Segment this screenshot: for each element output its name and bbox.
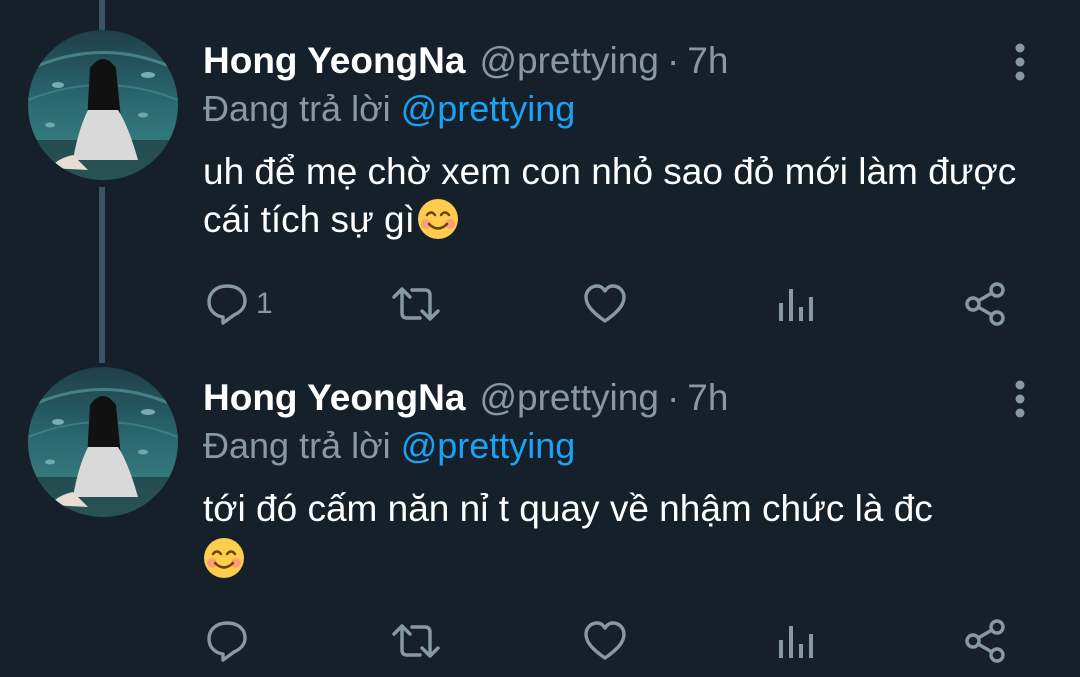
smiling-face-emoji-icon bbox=[417, 198, 459, 240]
tweet-body: uh để mẹ chờ xem con nhỏ sao đỏ mới làm … bbox=[203, 151, 1017, 240]
author-handle[interactable]: @prettying bbox=[479, 40, 658, 81]
tweet-actions bbox=[0, 613, 1080, 669]
reply-thread: Hong YeongNa @prettying · 7h Đang trả lời @p… bbox=[0, 0, 1080, 677]
analytics-button[interactable] bbox=[776, 613, 816, 669]
tweet-text: uh để mẹ chờ xem con nhỏ sao đỏ mới làm … bbox=[203, 148, 1033, 244]
more-vertical-icon[interactable] bbox=[1008, 379, 1032, 419]
timestamp[interactable]: 7h bbox=[687, 40, 728, 81]
retweet-button[interactable] bbox=[390, 276, 442, 332]
avatar[interactable] bbox=[28, 30, 178, 180]
heart-icon bbox=[582, 281, 628, 327]
reply-icon bbox=[204, 618, 250, 664]
retweet-button[interactable] bbox=[390, 613, 442, 669]
replying-to-label: Đang trả lời bbox=[203, 88, 391, 129]
retweet-icon bbox=[390, 618, 442, 664]
mention-link[interactable]: @prettying bbox=[401, 88, 576, 129]
replying-to-label: Đang trả lời bbox=[203, 425, 391, 466]
author-handle[interactable]: @prettying bbox=[479, 377, 658, 418]
separator: · bbox=[666, 377, 680, 418]
separator: · bbox=[666, 40, 680, 81]
more-vertical-icon[interactable] bbox=[1008, 42, 1032, 82]
tweet-header: Hong YeongNa @prettying · 7h bbox=[203, 375, 728, 421]
mention-link[interactable]: @prettying bbox=[401, 425, 576, 466]
reply-count: 1 bbox=[256, 287, 273, 320]
tweet-body: tới đó cấm năn nỉ t quay về nhậm chức là… bbox=[203, 488, 933, 529]
tweet-actions: 1 bbox=[0, 276, 1080, 332]
reply-icon bbox=[204, 281, 250, 327]
retweet-icon bbox=[390, 281, 442, 327]
timestamp[interactable]: 7h bbox=[687, 377, 728, 418]
author-name[interactable]: Hong YeongNa bbox=[203, 40, 465, 81]
analytics-icon bbox=[776, 281, 816, 327]
tweet-header: Hong YeongNa @prettying · 7h bbox=[203, 38, 728, 84]
share-button[interactable] bbox=[964, 276, 1008, 332]
replying-to: Đang trả lời @prettying bbox=[203, 423, 575, 469]
share-button[interactable] bbox=[964, 613, 1008, 669]
heart-icon bbox=[582, 618, 628, 664]
analytics-button[interactable] bbox=[776, 276, 816, 332]
smiling-face-emoji-icon bbox=[203, 537, 245, 579]
thread-connector-top bbox=[99, 0, 105, 30]
reply-button[interactable]: 1 bbox=[204, 276, 273, 332]
replying-to: Đang trả lời @prettying bbox=[203, 86, 575, 132]
tweet[interactable]: Hong YeongNa @prettying · 7h Đang trả lời @p… bbox=[0, 30, 1080, 330]
reply-button[interactable] bbox=[204, 613, 256, 669]
tweet[interactable]: Hong YeongNa @prettying · 7h Đang trả lời @p… bbox=[0, 367, 1080, 667]
author-name[interactable]: Hong YeongNa bbox=[203, 377, 465, 418]
tweet-text: tới đó cấm năn nỉ t quay về nhậm chức là… bbox=[203, 485, 1033, 583]
like-button[interactable] bbox=[582, 276, 628, 332]
like-button[interactable] bbox=[582, 613, 628, 669]
share-icon bbox=[964, 618, 1008, 664]
share-icon bbox=[964, 281, 1008, 327]
avatar[interactable] bbox=[28, 367, 178, 517]
analytics-icon bbox=[776, 618, 816, 664]
